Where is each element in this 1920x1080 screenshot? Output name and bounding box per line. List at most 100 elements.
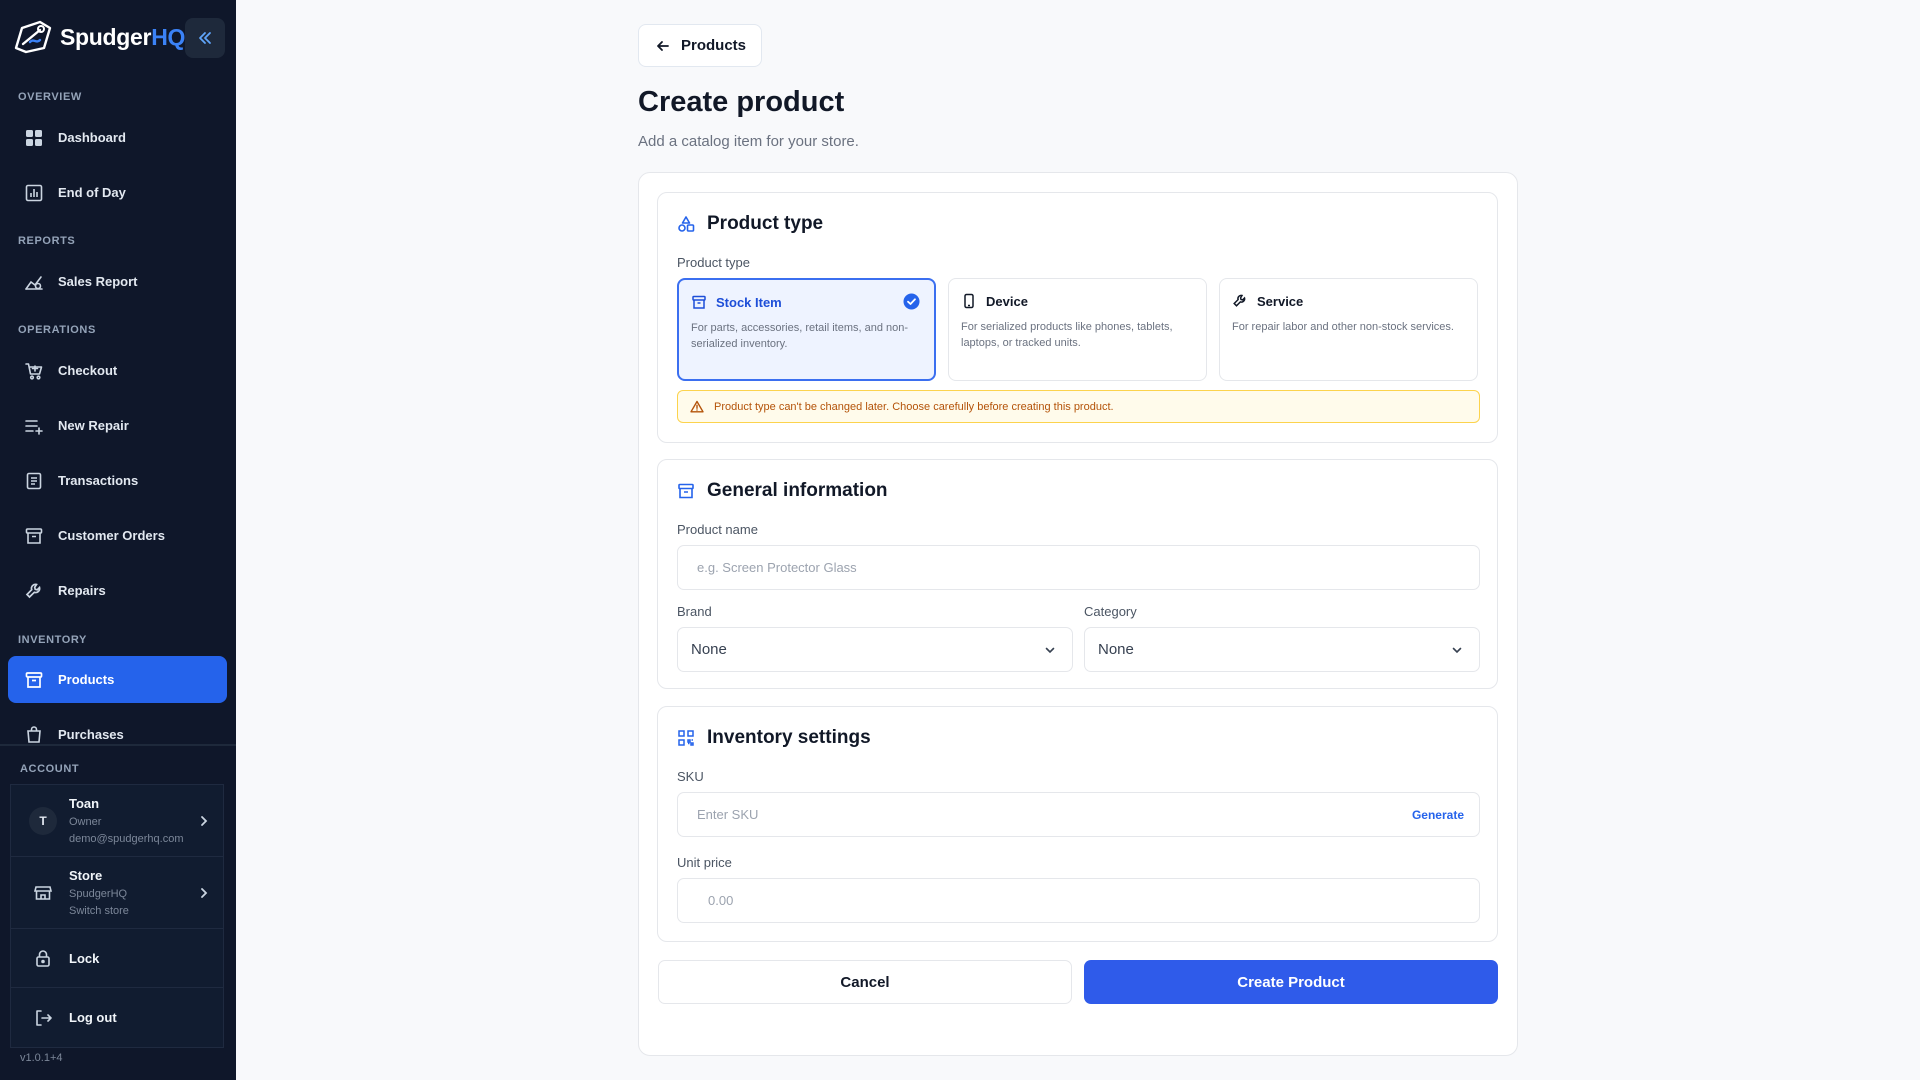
cancel-button[interactable]: Cancel [658,960,1072,1004]
cart-icon [25,362,43,380]
section-label-inventory: INVENTORY [18,634,87,646]
sidebar-item-label: Products [58,672,115,687]
back-to-products-button[interactable]: Products [638,24,763,67]
page-title: Create product [638,86,845,118]
sidebar-item-label: Transactions [58,473,139,488]
account-card: T Toan Owner demo@spudgerhq.com Store Sp… [10,784,224,1048]
sidebar-item-label: Customer Orders [58,528,165,543]
warning-text: Product type can't be changed later. Cho… [714,400,1114,413]
product-type-description: For parts, accessories, retail items, an… [691,322,909,350]
chevron-down-icon [1045,647,1055,654]
product-name-placeholder: e.g. Screen Protector Glass [697,560,857,575]
avatar: T [29,806,57,835]
store-title: Store [69,868,103,883]
product-type-warning: Product type can't be changed later. Cho… [677,390,1480,423]
brand-selected-value: None [691,641,727,658]
section-title: Product type [707,213,824,234]
page-subtitle: Add a catalog item for your store. [638,133,859,150]
dashboard-icon [26,129,42,146]
product-type-option-service[interactable]: Service For repair labor and other non-s… [1219,278,1478,381]
archive-box-icon [25,527,43,544]
chevrons-left-icon [199,32,211,44]
bar-chart-icon [25,184,43,201]
product-type-option-device[interactable]: Device For serialized products like phon… [948,278,1207,381]
user-account-row[interactable]: T Toan Owner demo@spudgerhq.com [11,785,223,857]
category-select[interactable]: None [1084,627,1480,672]
sidebar-divider [0,744,236,746]
sku-placeholder: Enter SKU [697,807,759,822]
unit-price-placeholder: 0.00 [708,893,734,908]
product-type-label: Product type [677,255,750,270]
sidebar-item-label: Checkout [58,363,118,378]
sidebar-item-label: Sales Report [58,274,138,289]
product-type-option-stock-item[interactable]: Stock Item For parts, accessories, retai… [677,278,936,381]
unit-price-input[interactable]: 0.00 [677,878,1480,923]
product-type-name: Service [1257,293,1304,309]
list-add-icon [25,419,43,435]
brand-label: Brand [677,604,712,619]
sidebar-item-customer-orders[interactable]: Customer Orders [8,512,227,559]
section-label-overview: OVERVIEW [18,91,82,103]
chevron-right-icon [201,815,208,826]
lock-button[interactable]: Lock [11,929,223,988]
user-role: Owner [69,816,102,828]
sidebar-item-purchases[interactable]: Purchases [8,711,227,758]
section-label-reports: REPORTS [18,235,76,247]
sidebar-item-products[interactable]: Products [8,656,227,703]
shapes-icon [678,216,695,232]
generate-sku-button[interactable]: Generate [1412,808,1464,822]
warning-triangle-icon [690,400,704,413]
sidebar: SpudgerHQ OVERVIEW Dashboard End of Day … [0,0,236,1080]
sidebar-item-repairs[interactable]: Repairs [8,567,227,614]
product-type-section: Product type Product type Stock Item For… [657,192,1498,443]
wrench-icon [1233,294,1246,307]
product-type-description: For repair labor and other non-stock ser… [1232,321,1454,333]
sidebar-item-dashboard[interactable]: Dashboard [8,114,227,161]
user-name: Toan [69,796,100,811]
sidebar-item-end-of-day[interactable]: End of Day [8,169,227,216]
category-selected-value: None [1098,641,1134,658]
brand-name: SpudgerHQ [60,23,186,50]
back-button-label: Products [681,37,747,54]
sidebar-item-label: Repairs [58,583,106,598]
switch-store-text: Switch store [69,905,129,917]
sku-label: SKU [677,769,704,784]
lock-icon [29,944,57,972]
section-label-account: ACCOUNT [20,763,80,775]
sidebar-item-label: End of Day [58,185,126,200]
category-label: Category [1084,604,1137,619]
general-information-section: General information Product name e.g. Sc… [657,459,1498,689]
product-type-name: Stock Item [716,294,782,310]
sidebar-item-checkout[interactable]: Checkout [8,347,227,394]
sidebar-item-label: New Repair [58,418,129,433]
arrow-left-icon [657,40,669,51]
spudger-logo-icon [14,20,52,54]
product-name-input[interactable]: e.g. Screen Protector Glass [677,545,1480,590]
brand[interactable]: SpudgerHQ [10,18,185,56]
sidebar-item-label: Dashboard [58,130,126,145]
section-title: Inventory settings [707,727,871,748]
logout-icon [29,1004,57,1032]
box-icon [25,671,43,688]
collapse-sidebar-button[interactable] [185,18,225,58]
lock-label: Lock [69,950,100,966]
sku-input[interactable]: Enter SKU Generate [677,792,1480,837]
qr-code-icon [678,730,694,746]
archive-box-icon [678,483,694,499]
chevron-right-icon [201,887,208,898]
sidebar-item-transactions[interactable]: Transactions [8,457,227,504]
product-name-label: Product name [677,522,758,537]
sidebar-item-sales-report[interactable]: Sales Report [8,258,227,305]
app-version: v1.0.1+4 [20,1052,63,1064]
receipt-icon [26,472,42,489]
sidebar-item-new-repair[interactable]: New Repair [8,402,227,449]
archive-box-icon [692,295,706,309]
store-row[interactable]: Store SpudgerHQ Switch store [11,857,223,929]
create-product-button[interactable]: Create Product [1084,960,1498,1004]
brand-select[interactable]: None [677,627,1073,672]
logout-button[interactable]: Log out [11,988,223,1047]
user-email: demo@spudgerhq.com [69,833,184,845]
shopping-bag-icon [27,725,41,743]
smartphone-icon [964,293,974,309]
product-type-name: Device [986,293,1028,309]
